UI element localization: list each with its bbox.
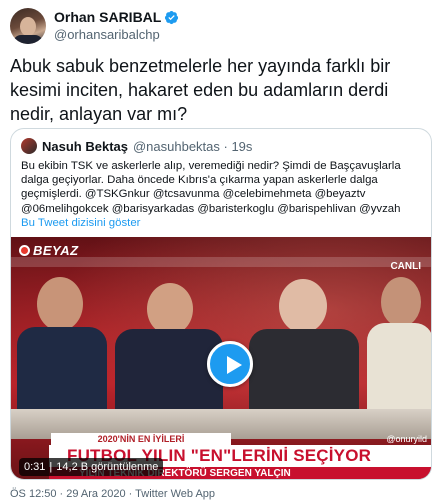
show-thread-link[interactable]: Bu Tweet dizisini göster	[21, 217, 140, 229]
panelist-4	[367, 277, 431, 417]
panelist-3	[249, 279, 359, 417]
author-handle[interactable]: @orhansaribalchp	[54, 27, 160, 42]
channel-logo: BEYAZ	[19, 243, 79, 258]
quoted-tweet-card[interactable]: Nasuh Bektaş @nasuhbektas · 19s Bu ekibi…	[10, 128, 432, 480]
panelist-2	[115, 283, 223, 417]
panelist-1-body	[17, 327, 107, 417]
avatar-suit	[13, 35, 43, 44]
channel-logo-icon	[19, 245, 30, 256]
video-time: 0:31	[24, 461, 46, 473]
video-player[interactable]: BEYAZ CANLI 2020'NİN EN İYİLERİ @onuryil…	[11, 237, 431, 479]
play-icon	[227, 356, 242, 374]
verified-badge-icon	[165, 10, 179, 24]
avatar-face	[20, 17, 36, 36]
video-meta-separator: |	[49, 461, 53, 473]
quoted-tweet-header: Nasuh Bektaş @nasuhbektas · 19s	[21, 138, 252, 154]
quoted-author-avatar	[21, 138, 37, 154]
tweet-text: Abuk sabuk benzetmelerle her yayında far…	[10, 56, 391, 124]
quoted-author-name: Nasuh Bektaş	[42, 138, 128, 154]
tweet-timestamp[interactable]: ÖS 12:50 · 29 Ara 2020 · Twitter Web App	[10, 488, 215, 500]
channel-logo-text: BEYAZ	[33, 243, 79, 258]
author-avatar[interactable]	[10, 8, 46, 44]
panelist-1-head	[37, 277, 83, 331]
play-button[interactable]	[207, 341, 253, 387]
panelist-2-body	[115, 329, 223, 417]
author-display-name[interactable]: Orhan SARIBAL	[54, 9, 161, 25]
panelist-4-body	[367, 323, 431, 417]
video-meta-overlay: 0:31 | 14,2 B görüntülenme	[19, 458, 164, 476]
banner-top-label: 2020'NİN EN İYİLERİ	[51, 433, 231, 445]
panelist-3-head	[279, 279, 327, 333]
quoted-tweet-text: Bu ekibin TSK ve askerlerle alıp, vereme…	[21, 160, 401, 215]
video-views: 14,2 B görüntülenme	[56, 461, 159, 473]
panelist-4-head	[381, 277, 421, 327]
panelist-1	[15, 277, 107, 417]
studio-screen-strip	[11, 257, 431, 267]
panelist-3-body	[249, 329, 359, 417]
tweet-header: Orhan SARIBAL @orhansaribalchp	[10, 8, 430, 44]
live-badge: CANLI	[390, 261, 421, 272]
banner-handle: @onuryild	[386, 434, 427, 444]
quoted-author-meta: @nasuhbektas · 19s	[132, 138, 253, 154]
panelist-2-head	[147, 283, 193, 335]
author-name-row: Orhan SARIBAL	[54, 9, 179, 25]
